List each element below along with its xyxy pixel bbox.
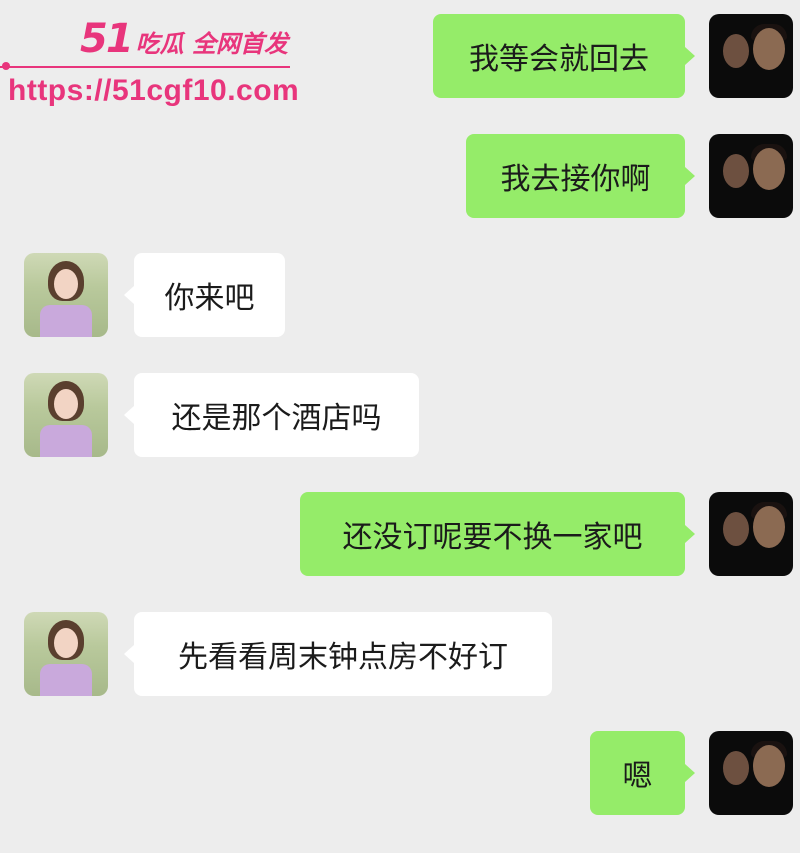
avatar-body	[40, 425, 92, 457]
bubble-tail	[124, 286, 134, 304]
message-text: 你来吧	[164, 281, 255, 316]
avatar-face	[54, 389, 78, 419]
watermark-url: https://51cgf10.com	[8, 74, 300, 107]
watermark-brand-number: 51	[80, 16, 134, 62]
avatar-face	[723, 512, 749, 546]
my-avatar[interactable]	[709, 134, 793, 218]
watermark-brand: 51 吃瓜 全网首发	[80, 16, 288, 62]
contact-avatar[interactable]	[24, 373, 108, 457]
watermark: 51 吃瓜 全网首发 https://51cgf10.com	[0, 10, 300, 110]
avatar-face	[54, 628, 78, 658]
avatar-face	[723, 154, 749, 188]
avatar-face	[753, 28, 785, 70]
message-bubble[interactable]: 嗯	[590, 731, 695, 815]
bubble-tail	[685, 764, 695, 782]
message-bubble[interactable]: 还是那个酒店吗	[124, 373, 419, 457]
avatar-face	[753, 148, 785, 190]
bubble-tail	[124, 406, 134, 424]
message-text: 还没订呢要不换一家吧	[342, 520, 643, 555]
message-bubble[interactable]: 我去接你啊	[466, 134, 695, 218]
avatar-body	[40, 664, 92, 696]
avatar-face	[723, 751, 749, 785]
message-text: 我等会就回去	[469, 42, 649, 77]
my-avatar[interactable]	[709, 492, 793, 576]
message-text: 还是那个酒店吗	[171, 401, 382, 436]
bubble-tail	[685, 167, 695, 185]
bubble-tail	[685, 525, 695, 543]
watermark-line	[0, 66, 290, 68]
bubble-tail	[685, 47, 695, 65]
message-bubble[interactable]: 你来吧	[124, 253, 285, 337]
bubble-tail	[124, 645, 134, 663]
avatar-body	[40, 305, 92, 337]
message-bubble[interactable]: 我等会就回去	[433, 14, 695, 98]
message-text: 嗯	[622, 759, 653, 794]
my-avatar[interactable]	[709, 14, 793, 98]
contact-avatar[interactable]	[24, 612, 108, 696]
message-text: 先看看周末钟点房不好订	[178, 640, 508, 675]
message-text: 我去接你啊	[500, 162, 651, 197]
avatar-face	[753, 745, 785, 787]
avatar-face	[723, 34, 749, 68]
message-bubble[interactable]: 先看看周末钟点房不好订	[124, 612, 552, 696]
watermark-brand-tag: 吃瓜 全网首发	[135, 30, 289, 58]
contact-avatar[interactable]	[24, 253, 108, 337]
avatar-face	[753, 506, 785, 548]
message-bubble[interactable]: 还没订呢要不换一家吧	[300, 492, 695, 576]
my-avatar[interactable]	[709, 731, 793, 815]
avatar-face	[54, 269, 78, 299]
